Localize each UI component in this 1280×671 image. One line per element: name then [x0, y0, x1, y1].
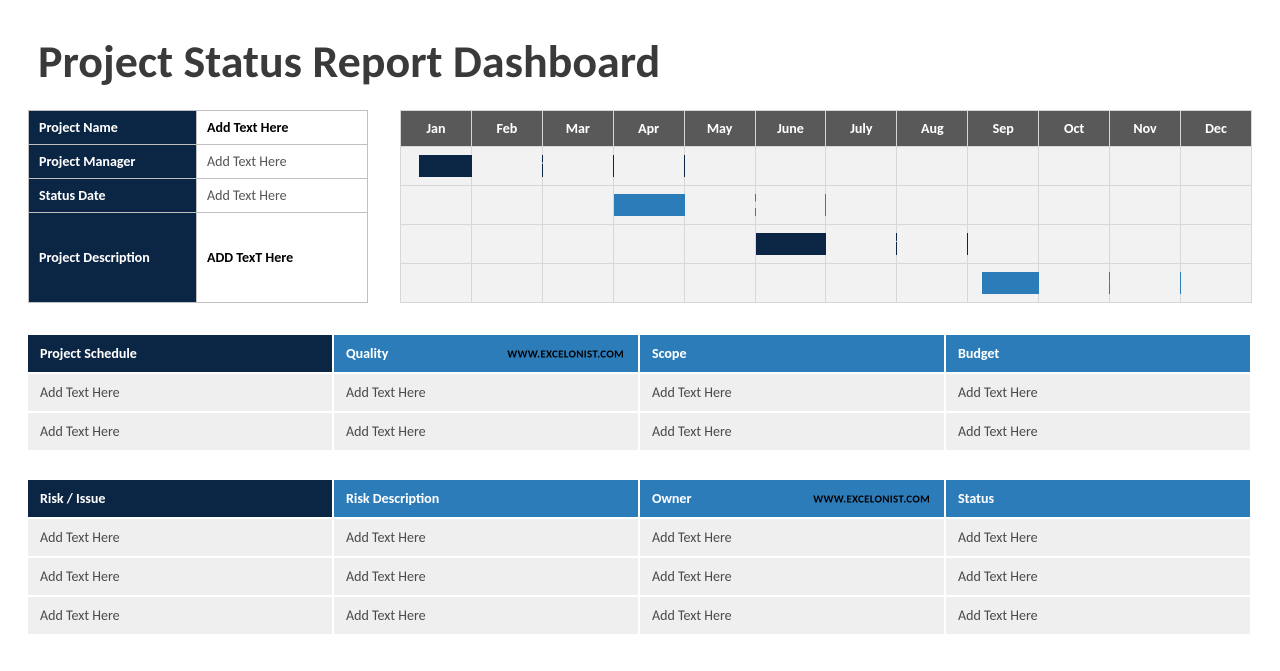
cell-input[interactable]: Add Text Here [640, 413, 946, 452]
cell-input[interactable]: Add Text Here [946, 597, 1252, 636]
month-header: Aug [897, 111, 968, 147]
project-manager-label: Project Manager [29, 145, 197, 179]
cell-input[interactable]: Add Text Here [640, 519, 946, 558]
project-manager-input[interactable]: Add Text Here [197, 145, 368, 179]
cell-input[interactable]: Add Text Here [640, 558, 946, 597]
project-description-label: Project Description [29, 213, 197, 303]
month-header: May [684, 111, 755, 147]
status-section-table: Project Schedule QualityWWW.EXCELONIST.C… [28, 335, 1252, 452]
cell-input[interactable]: Add Text Here [640, 374, 946, 413]
cell-input[interactable]: Add Text Here [28, 597, 334, 636]
month-header: Apr [613, 111, 684, 147]
cell-input[interactable]: Add Text Here [334, 558, 640, 597]
project-info-table: Project Name Add Text Here Project Manag… [28, 110, 368, 303]
col-risk-description: Risk Description [334, 480, 640, 519]
gantt-chart: Jan Feb Mar Apr May June July Aug Sep Oc… [400, 110, 1252, 303]
cell-input[interactable]: Add Text Here [28, 519, 334, 558]
project-description-input[interactable]: ADD TexT Here [197, 213, 368, 303]
project-name-label: Project Name [29, 111, 197, 145]
col-risk-issue: Risk / Issue [28, 480, 334, 519]
cell-input[interactable]: Add Text Here [334, 519, 640, 558]
cell-input[interactable]: Add Text Here [28, 558, 334, 597]
col-project-schedule: Project Schedule [28, 335, 334, 374]
col-quality: QualityWWW.EXCELONIST.COM [334, 335, 640, 374]
month-header: July [826, 111, 897, 147]
month-header: Jan [401, 111, 472, 147]
cell-input[interactable]: Add Text Here [28, 374, 334, 413]
page-title: Project Status Report Dashboard [28, 0, 1252, 110]
watermark-text: WWW.EXCELONIST.COM [813, 492, 930, 505]
col-status: Status [946, 480, 1252, 519]
month-header: Feb [471, 111, 542, 147]
cell-input[interactable]: Add Text Here [640, 597, 946, 636]
watermark-text: WWW.EXCELONIST.COM [507, 347, 624, 360]
month-header: Dec [1180, 111, 1251, 147]
cell-input[interactable]: Add Text Here [946, 374, 1252, 413]
month-header: June [755, 111, 826, 147]
cell-input[interactable]: Add Text Here [946, 413, 1252, 452]
risk-section-table: Risk / Issue Risk Description OwnerWWW.E… [28, 480, 1252, 636]
month-header: Sep [968, 111, 1039, 147]
cell-input[interactable]: Add Text Here [334, 597, 640, 636]
col-budget: Budget [946, 335, 1252, 374]
status-date-label: Status Date [29, 179, 197, 213]
month-header: Nov [1110, 111, 1181, 147]
month-header: Oct [1039, 111, 1110, 147]
cell-input[interactable]: Add Text Here [946, 558, 1252, 597]
cell-input[interactable]: Add Text Here [334, 413, 640, 452]
cell-input[interactable]: Add Text Here [946, 519, 1252, 558]
col-owner: OwnerWWW.EXCELONIST.COM [640, 480, 946, 519]
month-header: Mar [542, 111, 613, 147]
cell-input[interactable]: Add Text Here [28, 413, 334, 452]
project-name-input[interactable]: Add Text Here [197, 111, 368, 145]
status-date-input[interactable]: Add Text Here [197, 179, 368, 213]
col-scope: Scope [640, 335, 946, 374]
cell-input[interactable]: Add Text Here [334, 374, 640, 413]
